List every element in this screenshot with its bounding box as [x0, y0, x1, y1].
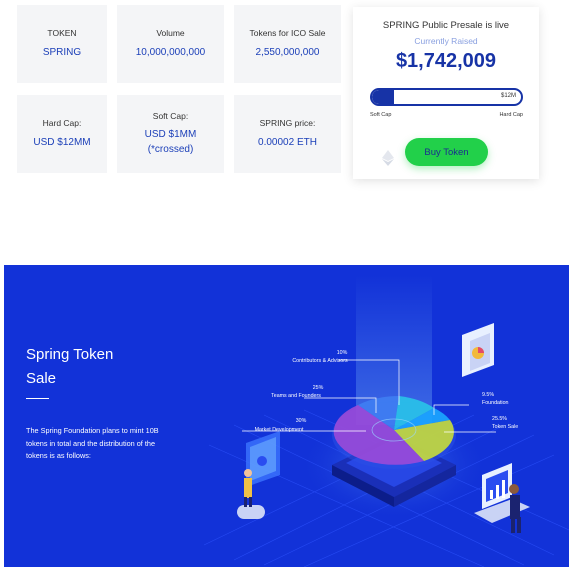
- dist-label-token-sale-pct: 25.5%: [492, 416, 507, 422]
- section-title-line: Spring Token: [26, 346, 114, 363]
- token-sale-section: 10% Contributors & Advisors 25% Teams an…: [4, 265, 569, 567]
- stat-value-line: USD $1MM: [144, 129, 197, 141]
- hard-cap-marker: $12M: [500, 93, 516, 99]
- dist-label-teams-name: Teams and Founders: [271, 393, 321, 399]
- section-title-line: Sale: [26, 370, 57, 387]
- stat-value: 2,550,000,000: [255, 46, 320, 58]
- stat-label: Soft Cap:: [152, 110, 189, 121]
- stat-value-note: (*crossed): [147, 143, 194, 155]
- raise-progress-fill: [372, 90, 394, 104]
- dist-label-foundation-pct: 9.5%: [482, 392, 494, 398]
- stat-card-ico-tokens: Tokens for ICO Sale 2,550,000,000: [234, 5, 341, 83]
- distribution-pie: [332, 396, 456, 469]
- presale-subtitle: Currently Raised: [414, 36, 478, 46]
- stat-label: SPRING price:: [259, 117, 316, 128]
- stat-label: Tokens for ICO Sale: [249, 27, 326, 38]
- dist-label-foundation-name: Foundation: [482, 400, 509, 406]
- stat-label: Volume: [156, 27, 185, 38]
- dist-label-market-pct: 30%: [296, 418, 307, 424]
- section-title: Spring Token Sale: [26, 343, 113, 391]
- stat-card-token: TOKEN SPRING: [17, 5, 107, 83]
- presale-title: SPRING Public Presale is live: [382, 20, 510, 31]
- soft-cap-label: Soft Cap: [370, 112, 392, 118]
- token-distribution-illustration: 10% Contributors & Advisors 25% Teams an…: [203, 275, 569, 567]
- hard-cap-label: Hard Cap: [499, 112, 523, 118]
- dist-label-contributors-pct: 10%: [337, 350, 348, 356]
- title-divider: [26, 398, 49, 399]
- stat-label: Hard Cap:: [42, 117, 82, 128]
- section-description: The Spring Foundation plans to mint 10B …: [26, 426, 159, 460]
- stat-card-soft-cap: Soft Cap: USD $1MM (*crossed): [117, 95, 224, 173]
- documents-illustration: [462, 323, 494, 377]
- buy-token-button[interactable]: Buy Token: [405, 138, 488, 166]
- stat-label: TOKEN: [47, 27, 77, 38]
- stat-value: USD $12MM: [33, 136, 91, 148]
- ethereum-icon: [382, 150, 394, 166]
- stat-card-volume: Volume 10,000,000,000: [117, 5, 224, 83]
- stat-card-price: SPRING price: 0.00002 ETH: [234, 95, 341, 173]
- presale-card: SPRING Public Presale is live Currently …: [353, 7, 539, 179]
- stat-value: 0.00002 ETH: [258, 136, 317, 148]
- raise-progress-bar: $12M: [370, 88, 523, 106]
- dist-label-teams-pct: 25%: [313, 385, 324, 391]
- stat-value: USD $1MM (*crossed): [145, 128, 197, 157]
- dist-label-contributors-name: Contributors & Advisors: [292, 358, 348, 364]
- dist-label-token-sale-name: Token Sale: [492, 424, 518, 430]
- raised-amount: $1,742,009: [395, 50, 497, 72]
- person-analyst-illustration: [237, 431, 280, 519]
- stat-value: SPRING: [42, 46, 82, 58]
- stat-card-hard-cap: Hard Cap: USD $12MM: [17, 95, 107, 173]
- stat-value: 10,000,000,000: [135, 46, 206, 58]
